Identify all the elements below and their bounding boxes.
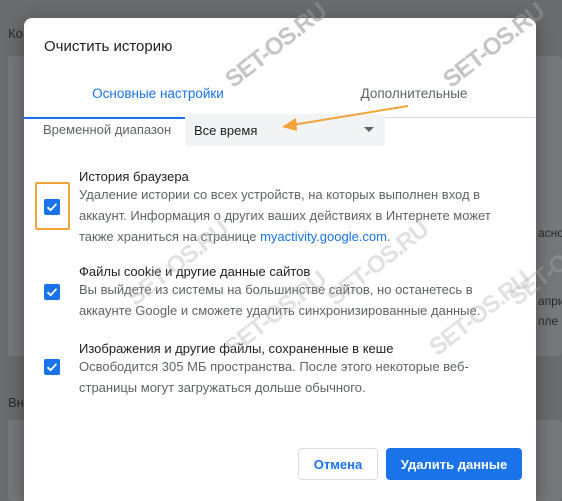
checkmark-icon — [46, 363, 58, 372]
tab-basic-settings[interactable]: Основные настройки — [24, 68, 292, 119]
cache-title: Изображения и другие файлы, сохраненные … — [79, 341, 394, 356]
checkmark-icon — [46, 288, 58, 297]
browser-history-title: История браузера — [79, 169, 189, 184]
browser-history-checkbox[interactable] — [44, 199, 60, 215]
browser-history-desc-end: . — [386, 229, 391, 244]
browser-history-description: Удаление истории со всех устройств, на к… — [79, 184, 509, 247]
background-text: асно — [538, 226, 562, 240]
background-text: Вн — [8, 395, 24, 410]
background-text: апри — [538, 294, 562, 308]
cache-checkbox[interactable] — [44, 359, 60, 375]
delete-data-button[interactable]: Удалить данные — [386, 448, 522, 480]
checkmark-icon — [46, 203, 58, 212]
myactivity-link[interactable]: myactivity.google.com — [260, 229, 387, 244]
clear-history-dialog: Очистить историю Основные настройки Допо… — [24, 18, 536, 501]
background-text: пле — [538, 314, 559, 328]
background-text: Ко — [8, 26, 23, 41]
time-range-value: Все время — [194, 122, 258, 138]
cookies-title: Файлы cookie и другие данные сайтов — [79, 264, 311, 279]
dialog-title: Очистить историю — [44, 38, 173, 55]
dialog-tabs: Основные настройки Дополнительные — [24, 68, 536, 119]
time-range-label: Временной диапазон — [43, 122, 172, 137]
cache-description: Освободится 305 МБ пространства. После э… — [79, 359, 469, 395]
cookies-description: Вы выйдете из системы на большинстве сай… — [79, 282, 481, 318]
dropdown-caret-icon — [364, 127, 374, 132]
cancel-button[interactable]: Отмена — [298, 448, 378, 480]
time-range-select[interactable]: Все время — [185, 114, 385, 146]
tab-advanced[interactable]: Дополнительные — [292, 68, 536, 118]
cookies-checkbox[interactable] — [44, 284, 60, 300]
